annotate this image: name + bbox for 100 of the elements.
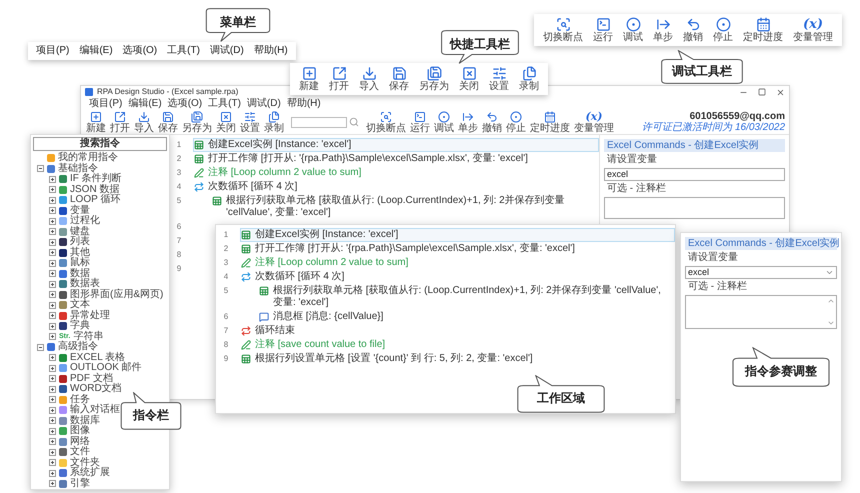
toolbar-button[interactable]: 关闭: [215, 110, 237, 134]
toolbar-button[interactable]: 单步: [457, 110, 479, 134]
code-line[interactable]: 次数循环 [循环 4 次]: [240, 270, 675, 284]
toggle-icon[interactable]: [49, 249, 56, 256]
menu-item[interactable]: 工具(T): [208, 98, 241, 110]
tree-item[interactable]: 文本: [70, 300, 90, 310]
toggle-icon[interactable]: [49, 375, 56, 382]
tree-item[interactable]: OUTLOOK 邮件: [70, 363, 142, 374]
toggle-icon[interactable]: [49, 196, 56, 204]
tree-item[interactable]: 其他: [70, 248, 90, 258]
menu-item[interactable]: 帮助(H): [254, 45, 288, 57]
comment-field[interactable]: [685, 295, 837, 329]
menu-item[interactable]: 帮助(H): [286, 98, 321, 110]
toolbar-button[interactable]: 导入: [358, 66, 380, 92]
menu-item[interactable]: 编辑(E): [79, 45, 113, 57]
tree-item[interactable]: JSON 数据: [70, 184, 120, 195]
tree-item[interactable]: 网络: [70, 436, 90, 447]
tree-item[interactable]: EXCEL 表格: [70, 352, 126, 363]
toggle-icon[interactable]: [49, 176, 56, 183]
tree-item[interactable]: 数据表: [70, 279, 100, 290]
toggle-icon[interactable]: [49, 438, 56, 446]
toggle-icon[interactable]: [49, 354, 56, 362]
toggle-icon[interactable]: [49, 333, 56, 340]
toolbar-button[interactable]: 导入: [133, 110, 155, 134]
tree-item[interactable]: 高级指令: [58, 342, 98, 352]
toggle-icon[interactable]: [49, 396, 56, 404]
toolbar-button[interactable]: 新建: [85, 110, 107, 134]
code-line[interactable]: 根据行列获取单元格 [获取值从行: (Loop.CurrentIndex)+1, 列: 2并保存到变量 'cellValue', 变量: 'excel']: [211, 194, 599, 220]
code-line[interactable]: 根据行列设置单元格 [设置 '{count}' 到 行: 5, 列: 2, 变量: 'excel']: [240, 352, 675, 366]
toolbar-button[interactable]: 停止: [712, 17, 734, 43]
code-line[interactable]: 消息框 [消息: {cellValue}]: [258, 310, 675, 324]
tree-item[interactable]: 基础指令: [58, 164, 98, 174]
toggle-icon[interactable]: [49, 428, 56, 435]
tree-item[interactable]: 系统扩展: [70, 468, 110, 478]
toggle-icon[interactable]: [49, 207, 56, 214]
toolbar-button[interactable]: 调试: [433, 110, 455, 134]
menu-item[interactable]: 调试(D): [246, 98, 281, 110]
toggle-icon[interactable]: [49, 280, 56, 288]
tree-item[interactable]: WORD文档: [70, 384, 122, 394]
toolbar-button[interactable]: 保存: [157, 110, 179, 134]
tree-item[interactable]: 过程化: [70, 216, 100, 226]
toggle-icon[interactable]: [49, 302, 56, 309]
toolbar-button[interactable]: 定时进度: [529, 110, 571, 134]
toolbar-button[interactable]: 打开: [109, 110, 131, 134]
toolbar-button[interactable]: 打开: [328, 66, 350, 92]
toolbar-button[interactable]: 新建: [298, 66, 320, 92]
toolbar-button[interactable]: 保存: [388, 66, 410, 92]
toolbar-button[interactable]: 录制: [518, 66, 540, 92]
toggle-icon[interactable]: [49, 260, 56, 267]
toolbar-button[interactable]: 调试: [622, 17, 644, 43]
tree-item[interactable]: 变量: [70, 206, 90, 216]
tree-item[interactable]: 列表: [70, 237, 90, 248]
toolbar-button[interactable]: 撤销: [481, 110, 503, 134]
toolbar-button[interactable]: 撤销: [682, 17, 704, 43]
menu-item[interactable]: 工具(T): [167, 45, 200, 57]
tree-item[interactable]: 鼠标: [70, 258, 90, 268]
toolbar-button[interactable]: 设置: [239, 110, 261, 134]
license-link[interactable]: 许可证已激活时间为 16/03/2022: [642, 122, 785, 133]
tree-item[interactable]: 数据: [70, 268, 90, 279]
toggle-icon[interactable]: [49, 459, 56, 466]
toolbar-button[interactable]: 停止: [505, 110, 527, 134]
tree-item[interactable]: 文件夹: [70, 458, 100, 468]
menu-item[interactable]: 项目(P): [36, 45, 70, 57]
tree-item[interactable]: PDF 文档: [70, 374, 113, 384]
tree-item[interactable]: 数据库: [70, 416, 100, 426]
toggle-icon[interactable]: [49, 228, 56, 236]
maximize-icon[interactable]: [758, 88, 766, 96]
toggle-icon[interactable]: [49, 312, 56, 320]
close-icon[interactable]: [776, 88, 785, 96]
variable-select[interactable]: excel: [604, 168, 785, 181]
tree-item[interactable]: 字典: [70, 321, 90, 332]
code-line[interactable]: 打开工作簿 [打开从: '{rpa.Path}\Sample\excel\Sample.xlsx', 变量: 'excel']: [193, 152, 599, 166]
toggle-icon[interactable]: [49, 417, 56, 424]
toggle-icon[interactable]: [49, 448, 56, 456]
menu-item[interactable]: 项目(P): [89, 98, 122, 110]
toolbar-button[interactable]: (x) 变量管理: [573, 110, 615, 134]
toggle-icon[interactable]: [49, 322, 56, 330]
toggle-icon[interactable]: [49, 218, 56, 225]
toggle-icon[interactable]: [49, 238, 56, 246]
toolbar-button[interactable]: 切换断点: [365, 110, 407, 134]
toggle-icon[interactable]: [49, 186, 56, 194]
comment-field[interactable]: [604, 197, 785, 219]
toolbar-button[interactable]: 运行: [592, 17, 614, 43]
toggle-icon[interactable]: [37, 344, 44, 351]
code-line[interactable]: 循环结束: [240, 324, 675, 338]
toolbar-button[interactable]: 另存为: [181, 110, 213, 134]
toggle-icon[interactable]: [49, 364, 56, 372]
tree-item[interactable]: 我的常用指令: [58, 153, 118, 164]
tree-item[interactable]: 异常处理: [70, 310, 110, 321]
toolbar-button[interactable]: 单步: [652, 17, 674, 43]
toggle-icon[interactable]: [49, 291, 56, 298]
toggle-icon[interactable]: [49, 270, 56, 278]
tree-item[interactable]: 引擎: [70, 478, 90, 489]
menu-item[interactable]: 选项(O): [168, 98, 202, 110]
tree-item[interactable]: LOOP 循环: [70, 195, 120, 206]
toolbar-button[interactable]: 录制: [263, 110, 285, 134]
toolbar-button[interactable]: 设置: [488, 66, 510, 92]
code-line[interactable]: 次数循环 [循环 4 次]: [193, 180, 599, 194]
menu-item[interactable]: 调试(D): [210, 45, 244, 57]
tree-item[interactable]: 键盘: [70, 226, 90, 237]
